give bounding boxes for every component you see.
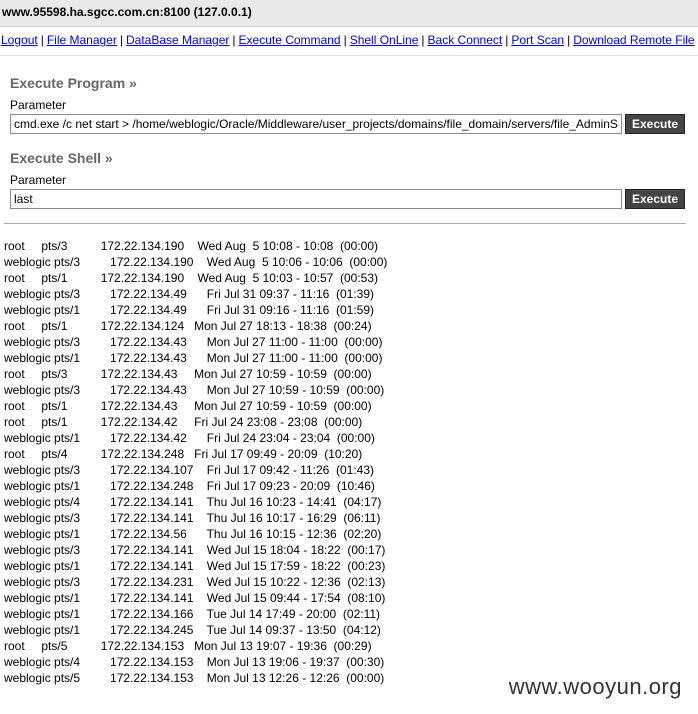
output-line: weblogic pts/3 172.22.134.43 Mon Jul 27 … <box>4 335 383 349</box>
nav-logout[interactable]: Logout <box>1 33 38 47</box>
output-line: root pts/1 172.22.134.124 Mon Jul 27 18:… <box>4 319 372 333</box>
shell-parameter-label: Parameter <box>10 173 67 187</box>
output-line: root pts/1 172.22.134.190 Wed Aug 5 10:0… <box>4 271 379 285</box>
output-line: weblogic pts/5 172.22.134.153 Mon Jul 13… <box>4 671 385 685</box>
nav-execute-command[interactable]: Execute Command <box>239 33 341 47</box>
execute-program-title: Execute Program » <box>10 75 137 91</box>
output-line: weblogic pts/3 172.22.134.107 Fri Jul 17… <box>4 463 375 477</box>
execute-shell-title: Execute Shell » <box>10 150 113 166</box>
divider <box>4 223 686 224</box>
output-line: weblogic pts/3 172.22.134.49 Fri Jul 31 … <box>4 287 374 301</box>
nav-separator: | <box>40 33 44 47</box>
output-line: root pts/5 172.22.134.153 Mon Jul 13 19:… <box>4 639 372 653</box>
command-output: root pts/3 172.22.134.190 Wed Aug 5 10:0… <box>0 238 698 686</box>
nav-separator: | <box>119 33 123 47</box>
output-line: weblogic pts/3 172.22.134.43 Mon Jul 27 … <box>4 383 385 397</box>
output-line: weblogic pts/1 172.22.134.56 Thu Jul 16 … <box>4 527 382 541</box>
output-line: weblogic pts/1 172.22.134.141 Wed Jul 15… <box>4 591 386 605</box>
output-line: weblogic pts/3 172.22.134.231 Wed Jul 15… <box>4 575 386 589</box>
window-title-bar: www.95598.ha.sgcc.com.cn:8100 (127.0.0.1… <box>0 0 698 27</box>
execute-program-section: Execute Program » Parameter Execute <box>0 73 698 136</box>
output-line: weblogic pts/1 172.22.134.141 Wed Jul 15… <box>4 559 386 573</box>
execute-program-button[interactable]: Execute <box>625 114 686 134</box>
output-line: root pts/4 172.22.134.248 Fri Jul 17 09:… <box>4 447 363 461</box>
program-input-row: Execute <box>10 112 698 136</box>
nav-back-connect[interactable]: Back Connect <box>428 33 503 47</box>
output-line: weblogic pts/1 172.22.134.248 Fri Jul 17… <box>4 479 375 493</box>
execute-shell-button[interactable]: Execute <box>625 189 686 209</box>
output-line: root pts/3 172.22.134.43 Mon Jul 27 10:5… <box>4 367 372 381</box>
output-line: weblogic pts/1 172.22.134.49 Fri Jul 31 … <box>4 303 374 317</box>
program-parameter-input[interactable] <box>10 114 622 134</box>
output-line: weblogic pts/4 172.22.134.153 Mon Jul 13… <box>4 655 385 669</box>
window-title: www.95598.ha.sgcc.com.cn:8100 (127.0.0.1… <box>2 5 252 19</box>
output-line: weblogic pts/1 172.22.134.42 Fri Jul 24 … <box>4 431 375 445</box>
nav-separator: | <box>567 33 571 47</box>
output-line: weblogic pts/1 172.22.134.166 Tue Jul 14… <box>4 607 381 621</box>
nav-separator: | <box>421 33 425 47</box>
command-output-text: root pts/3 172.22.134.190 Wed Aug 5 10:0… <box>0 238 698 686</box>
nav-separator: | <box>505 33 509 47</box>
nav-separator: | <box>343 33 347 47</box>
output-line: weblogic pts/1 172.22.134.43 Mon Jul 27 … <box>4 351 383 365</box>
output-line: weblogic pts/1 172.22.134.245 Tue Jul 14… <box>4 623 381 637</box>
shell-input-row: Execute <box>10 187 698 211</box>
output-line: weblogic pts/3 172.22.134.190 Wed Aug 5 … <box>4 255 388 269</box>
nav-download-remote-file[interactable]: Download Remote File <box>573 33 694 47</box>
nav-file-manager[interactable]: File Manager <box>47 33 117 47</box>
nav-shell-online[interactable]: Shell OnLine <box>350 33 419 47</box>
watermark: www.wooyun.org <box>502 672 688 702</box>
shell-parameter-input[interactable] <box>10 189 622 209</box>
output-line: weblogic pts/3 172.22.134.141 Thu Jul 16… <box>4 511 381 525</box>
nav-database-manager[interactable]: DataBase Manager <box>126 33 229 47</box>
nav-port-scan[interactable]: Port Scan <box>511 33 564 47</box>
output-line: root pts/1 172.22.134.43 Mon Jul 27 10:5… <box>4 399 372 413</box>
execute-shell-section: Execute Shell » Parameter Execute <box>0 148 698 211</box>
output-line: weblogic pts/3 172.22.134.141 Wed Jul 15… <box>4 543 386 557</box>
output-line: root pts/3 172.22.134.190 Wed Aug 5 10:0… <box>4 239 379 253</box>
nav-separator: | <box>232 33 236 47</box>
output-line: root pts/1 172.22.134.42 Fri Jul 24 23:0… <box>4 415 363 429</box>
output-line: weblogic pts/4 172.22.134.141 Thu Jul 16… <box>4 495 382 509</box>
program-parameter-label: Parameter <box>10 98 67 112</box>
nav-bar: Logout | File Manager | DataBase Manager | Exe… <box>0 27 698 56</box>
